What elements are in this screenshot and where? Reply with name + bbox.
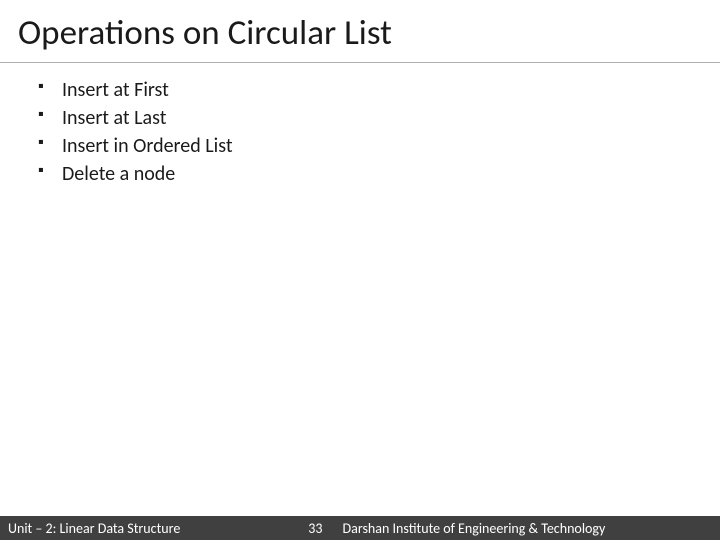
list-item: Insert at Last xyxy=(36,105,684,131)
footer-unit: Unit – 2: Linear Data Structure xyxy=(8,520,180,537)
list-item: Insert in Ordered List xyxy=(36,133,684,159)
content-area: Insert at First Insert at Last Insert in… xyxy=(0,77,720,187)
list-item: Insert at First xyxy=(36,77,684,103)
list-item: Delete a node xyxy=(36,161,684,187)
bullet-list: Insert at First Insert at Last Insert in… xyxy=(36,77,684,187)
footer: Unit – 2: Linear Data Structure 33 Darsh… xyxy=(0,516,720,540)
footer-page-number: 33 xyxy=(180,520,342,537)
slide: Operations on Circular List Insert at Fi… xyxy=(0,0,720,540)
footer-institute: Darshan Institute of Engineering & Techn… xyxy=(343,520,713,537)
slide-title: Operations on Circular List xyxy=(0,0,720,63)
